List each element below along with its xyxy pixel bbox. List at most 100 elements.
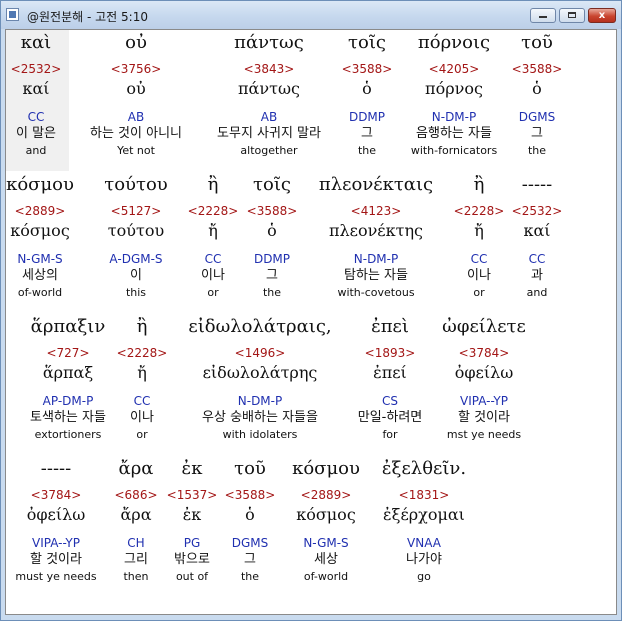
greek-word: πόρνοις (417, 32, 491, 53)
lemma: τούτου (107, 221, 165, 240)
strong-number: <3588> (511, 62, 563, 76)
lemma: ὁ (362, 79, 372, 98)
lemma: ἅρπαξ (42, 363, 94, 382)
app-icon (6, 8, 19, 21)
korean-gloss: 그 (266, 268, 278, 283)
word-column[interactable]: ἢ <2228> ἤ CC 이나 or (188, 172, 239, 300)
morphology-code: CH (127, 536, 145, 550)
morphology-code: DGMS (518, 110, 556, 124)
lemma: καί (523, 221, 551, 240)
lemma: πλεονέκτης (328, 221, 423, 240)
word-column[interactable]: τοῖς <3588> ὁ DDMP 그 the (342, 30, 393, 158)
greek-word: τούτου (104, 174, 168, 195)
word-column[interactable]: ἢ <2228> ἤ CC 이나 or (454, 172, 505, 300)
korean-gloss: 할 것이라 (30, 552, 82, 567)
strong-number: <3756> (110, 62, 162, 76)
greek-word: κόσμου (6, 174, 74, 195)
close-button[interactable]: x (588, 8, 616, 23)
maximize-icon (568, 12, 576, 18)
korean-gloss: 밖으로 (174, 552, 210, 567)
lemma: ἤ (137, 363, 147, 382)
lemma: κόσμος (296, 505, 356, 524)
word-column[interactable]: ἐκ <1537> ἐκ PG 밖으로 out of (167, 456, 218, 584)
app-window: @원전분해 - 고전 5:10 x καὶ <2532> καί CC 이 말은 and ο… (0, 0, 622, 621)
lemma: ἐπεί (373, 363, 407, 382)
korean-gloss: 나가야 (406, 552, 442, 567)
word-column[interactable]: πάντως <3843> πάντως AB 도무지 사귀지 말라 altogether (217, 30, 321, 158)
word-column[interactable]: οὐ <3756> οὐ AB 하는 것이 아니니 Yet not (90, 30, 182, 158)
english-gloss: out of (175, 570, 209, 583)
word-column[interactable]: τοῖς <3588> ὁ DDMP 그 the (247, 172, 298, 300)
morphology-code: CC (133, 394, 151, 408)
word-column[interactable]: πόρνοις <4205> πόρνος N-DM-P 음행하는 자들 with-for… (411, 30, 497, 158)
korean-gloss: 만일-하려면 (357, 410, 423, 425)
morphology-code: N-GM-S (17, 252, 63, 266)
lemma: ἐκ (182, 505, 202, 524)
english-gloss: with idolaters (222, 428, 298, 441)
word-column[interactable]: κόσμου <2889> κόσμος N-GM-S 세상 of-world (292, 456, 360, 584)
strong-number: <3843> (243, 62, 295, 76)
lemma: ὀφείλω (454, 363, 514, 382)
morphology-code: VNAA (407, 536, 441, 550)
word-column[interactable]: ἐπεὶ <1893> ἐπεί CS 만일-하려면 for (358, 314, 423, 442)
korean-gloss: 이나 (201, 268, 225, 283)
maximize-button[interactable] (559, 8, 585, 23)
greek-word: ὠφείλετε (442, 316, 526, 337)
lemma: ἄρα (120, 505, 152, 524)
greek-word: ἄρα (118, 458, 154, 479)
minimize-button[interactable] (530, 8, 556, 23)
word-column[interactable]: πλεονέκταις <4123> πλεονέκτης N-DM-P 탐하는 자들 w… (319, 172, 433, 300)
minimize-icon (539, 16, 547, 18)
greek-word: τοῖς (348, 32, 386, 53)
word-column[interactable]: ἐξελθεῖν. <1831> ἐξέρχομαι VNAA 나가야 go (382, 456, 466, 584)
morphology-code: A-DGM-S (109, 252, 163, 266)
morphology-code: CC (204, 252, 222, 266)
english-gloss: must ye needs (15, 570, 97, 583)
word-column[interactable]: ἢ <2228> ἤ CC 이나 or (117, 314, 168, 442)
word-column[interactable]: κόσμου <2889> κόσμος N-GM-S 세상의 of-world (6, 172, 74, 300)
word-column[interactable]: ἅρπαξιν <727> ἅρπαξ AP-DM-P 토색하는 자들 extortion… (30, 314, 106, 442)
morphology-code: VIPA--YP (460, 394, 508, 408)
interlinear-panel[interactable]: καὶ <2532> καί CC 이 말은 and οὐ <3756> οὐ AB 하는 것이 아… (5, 29, 617, 615)
korean-gloss: 그 (531, 126, 543, 141)
strong-number: <1496> (234, 346, 286, 360)
greek-word: καὶ (20, 32, 52, 53)
morphology-code: AB (127, 110, 145, 124)
lemma: ὀφείλω (26, 505, 86, 524)
greek-word: ἐκ (181, 458, 203, 479)
english-gloss: altogether (240, 144, 298, 157)
morphology-code: AP-DM-P (42, 394, 94, 408)
word-column[interactable]: ----- <3784> ὀφείλω VIPA--YP 할 것이라 must ye ne… (15, 456, 96, 584)
word-column[interactable]: εἰδωλολάτραις, <1496> εἰδωλολάτρης N-DM-P 우상… (188, 314, 331, 442)
word-column[interactable]: τοῦ <3588> ὁ DGMS 그 the (225, 456, 276, 584)
strong-number: <727> (46, 346, 90, 360)
greek-word: ἅρπαξιν (30, 316, 106, 337)
english-gloss: the (527, 144, 547, 157)
korean-gloss: 그 (361, 126, 373, 141)
title-bar[interactable]: @원전분해 - 고전 5:10 x (1, 1, 621, 29)
strong-number: <2228> (116, 346, 168, 360)
strong-number: <3588> (246, 204, 298, 218)
korean-gloss: 이나 (130, 410, 154, 425)
english-gloss: or (207, 286, 219, 299)
word-column[interactable]: ----- <2532> καί CC 과 and (512, 172, 563, 300)
word-column[interactable]: ὠφείλετε <3784> ὀφείλω VIPA--YP 할 것이라 mst ye … (442, 314, 526, 442)
english-gloss: the (240, 570, 260, 583)
morphology-code: CC (27, 110, 45, 124)
greek-word: ἐξελθεῖν. (381, 458, 467, 479)
strong-number: <3784> (458, 346, 510, 360)
strong-number: <5127> (110, 204, 162, 218)
word-column[interactable]: ἄρα <686> ἄρα CH 그리 then (114, 456, 157, 584)
greek-word: πλεονέκταις (318, 174, 434, 195)
korean-gloss: 우상 숭배하는 자들을 (202, 410, 318, 425)
lemma: πάντως (238, 79, 300, 98)
english-gloss: mst ye needs (446, 428, 522, 441)
morphology-code: PG (183, 536, 201, 550)
lemma: ἤ (208, 221, 218, 240)
word-column[interactable]: τοῦ <3588> ὁ DGMS 그 the (512, 30, 563, 158)
korean-gloss: 음행하는 자들 (416, 126, 492, 141)
word-column[interactable]: καὶ <2532> καί CC 이 말은 and (11, 30, 62, 158)
english-gloss: then (123, 570, 149, 583)
word-column[interactable]: τούτου <5127> τούτου A-DGM-S 이 this (104, 172, 167, 300)
korean-gloss: 그리 (124, 552, 148, 567)
